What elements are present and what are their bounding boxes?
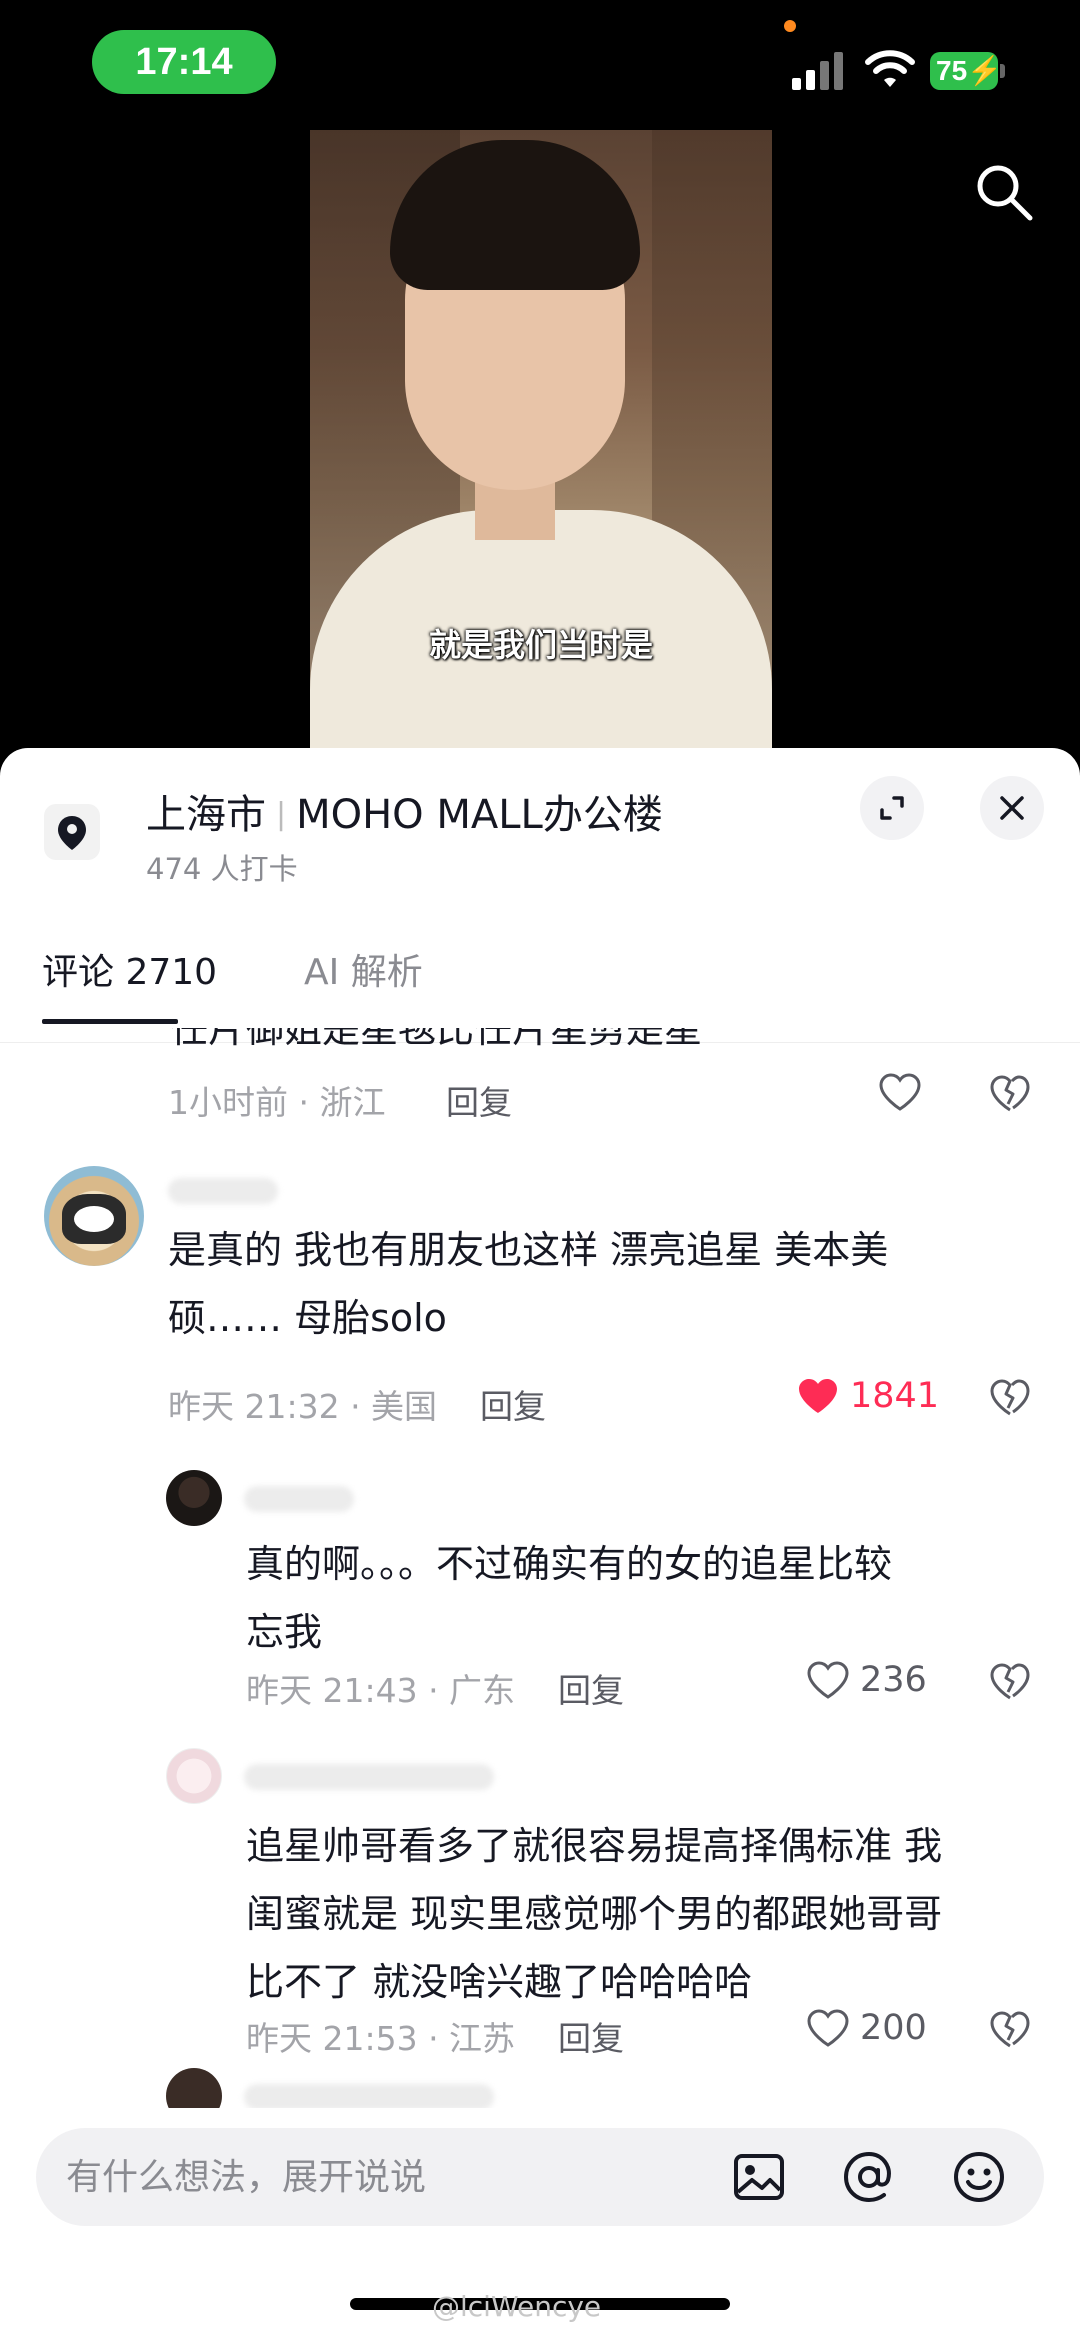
location-city: 上海市 [146,792,266,838]
dislike-icon [990,1663,1030,1700]
location-place: MOHO MALL办公楼 [296,792,663,838]
charging-bolt-icon: ⚡ [967,55,1003,86]
battery-level: 75 [936,55,968,86]
tab-ai-analysis[interactable]: AI 解析 [304,943,423,995]
battery-indicator: 75⚡ [930,52,1002,90]
image-icon[interactable] [732,2150,786,2204]
comment-list[interactable]: 任片御姐是星毯比任片星剪是星 1小时前 · 浙江 回复 是真的 我也有朋友也这样… [0,1028,1080,2108]
expand-button[interactable] [860,776,924,840]
signal-icon [792,52,843,90]
dislike-button[interactable] [988,1376,1032,1420]
dislike-button[interactable] [988,1072,1032,1116]
heart-icon [807,1661,849,1699]
screen: 17:14 75⚡ 就是我们当时是 上海市 | MOHO MALL办公楼 474… [0,0,1080,2337]
at-icon[interactable] [842,2150,896,2204]
video-subtitle: 就是我们当时是 [428,626,653,664]
comment-line: 硕…… 母胎solo [168,1296,447,1340]
dislike-button[interactable] [988,1660,1032,1704]
dislike-icon [990,1379,1030,1416]
like-count: 236 [860,1660,927,1700]
location-pin-icon [58,816,86,850]
close-icon [1000,796,1024,820]
heart-icon [799,1379,837,1413]
username-blurred [244,1486,354,1512]
reply-text: 真的啊。。。不过确实有的女的追星比较 忘我 [246,1530,1036,1666]
avatar[interactable] [166,2068,222,2108]
status-time: 17:14 [92,30,276,94]
comments-sheet: 上海市 | MOHO MALL办公楼 474 人打卡 评论 2710 AI 解析 [0,748,1080,2337]
avatar[interactable] [166,1470,222,1526]
location-header[interactable]: 上海市 | MOHO MALL办公楼 474 人打卡 [0,748,1080,898]
reply-line: 真的啊。。。不过确实有的女的追星比较 [246,1542,893,1586]
watermark: @lciWencye [432,2290,602,2323]
reply-button[interactable]: 回复 [446,1076,512,1124]
reply-button[interactable]: 回复 [558,2012,624,2060]
comment-input[interactable] [66,2128,706,2226]
reply-line: 追星帅哥看多了就很容易提高择偶标准 我 [246,1824,943,1868]
search-icon[interactable] [972,160,1036,224]
heart-icon [807,2009,849,2047]
reply-meta: 昨天 21:43 · 广东 [246,1671,516,1710]
video-player[interactable]: 就是我们当时是 [310,130,772,750]
comment-line: 是真的 我也有朋友也这样 漂亮追星 美本美 [168,1228,889,1272]
active-tab-indicator [42,1019,178,1024]
tab-comments[interactable]: 评论 2710 [42,943,217,995]
expand-icon [880,796,904,820]
like-count: 200 [860,2008,927,2048]
privacy-indicator-dot [784,20,796,32]
comment-meta: 1小时前 · 浙江 [168,1083,386,1122]
like-button[interactable]: 236 [806,1656,936,1704]
comment-meta: 昨天 21:32 · 美国 [168,1387,438,1426]
dislike-icon [990,1075,1030,1112]
username-blurred [244,2084,494,2108]
reply-line: 闺蜜就是 现实里感觉哪个男的都跟她哥哥 [246,1892,943,1936]
heart-icon [879,1073,921,1111]
like-count: 1841 [850,1376,940,1416]
comment-text: 是真的 我也有朋友也这样 漂亮追星 美本美 硕…… 母胎solo [168,1216,1028,1352]
username-blurred [168,1178,278,1204]
close-button[interactable] [980,776,1044,840]
avatar[interactable] [166,1748,222,1804]
reply-text: 追星帅哥看多了就很容易提高择偶标准 我 闺蜜就是 现实里感觉哪个男的都跟她哥哥 … [246,1812,1036,2016]
wifi-icon [865,50,915,87]
location-pin-icon-box [44,804,100,860]
avatar-cat-patch [74,1206,114,1232]
like-button[interactable]: 1841 [796,1372,940,1420]
emoji-icon[interactable] [952,2150,1006,2204]
like-button[interactable]: 200 [806,2004,936,2052]
like-button[interactable] [878,1068,928,1116]
checkin-count: 474 人打卡 [146,852,298,886]
location-title: 上海市 | MOHO MALL办公楼 [146,782,663,840]
reply-button[interactable]: 回复 [558,1664,624,1712]
dislike-icon [990,2011,1030,2048]
avatar[interactable] [44,1166,144,1266]
title-separator: | [276,797,287,832]
username-blurred [244,1764,494,1790]
dislike-button[interactable] [988,2008,1032,2052]
comment-input-bar [36,2128,1044,2226]
battery-cap [1000,64,1005,78]
reply-meta: 昨天 21:53 · 江苏 [246,2019,516,2058]
comment-text-partial: 任片御姐是星毯比任片星剪是星 [170,1028,703,1051]
status-bar: 17:14 75⚡ [0,0,1080,130]
reply-button[interactable]: 回复 [480,1380,546,1428]
